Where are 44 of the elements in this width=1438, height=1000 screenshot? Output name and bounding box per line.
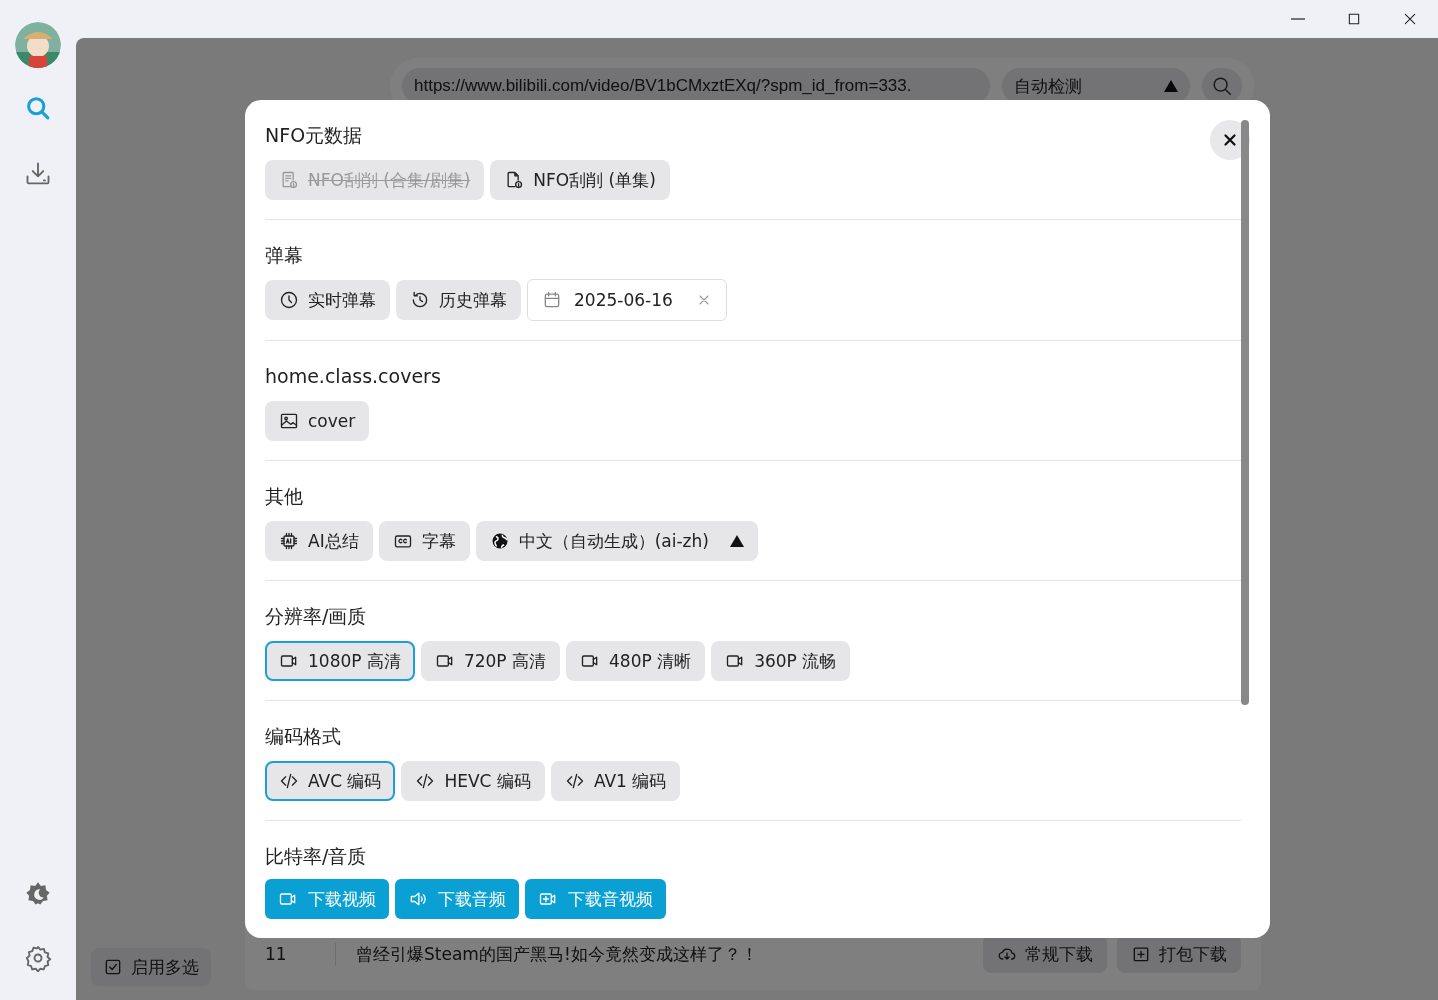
search-icon [24,94,52,122]
code-icon [279,771,299,791]
option-button[interactable]: 1080P 高清 [265,641,415,681]
avatar[interactable] [15,22,61,68]
settings-icon [24,944,52,972]
section-title: 弹幕 [265,243,303,268]
option-button[interactable]: 字幕 [378,521,470,561]
close-icon [1402,11,1418,27]
option-button[interactable]: NFO刮削 (单集) [490,160,670,200]
multi-select-button[interactable]: 启用多选 [91,948,211,986]
calendar-icon [542,290,562,310]
option-button[interactable]: AI总结 [265,521,373,561]
history-icon [410,290,430,310]
clock-icon [279,290,299,310]
option-button[interactable]: 480P 清晰 [566,641,706,681]
image-icon [279,411,299,431]
code-icon [564,771,585,791]
section-title: 比特率/音质 [265,844,367,869]
caret-icon [729,535,744,547]
option-button[interactable]: HEVC 编码 [401,761,545,801]
video-title: 曾经引爆Steam的国产黑马!如今竟然变成这样了？！ [335,942,973,966]
option-button[interactable]: 实时弹幕 [265,280,390,320]
section-title: NFO元数据 [265,123,363,148]
close-icon [1221,131,1239,149]
option-button[interactable]: AV1 编码 [550,761,681,801]
row-index: 11 [265,944,288,964]
language-select[interactable]: 中文（自动生成）(ai-zh) [475,521,758,561]
date-field[interactable]: 2025-06-16 [527,279,727,321]
option-button[interactable]: 360P 流畅 [711,641,851,681]
option-button[interactable]: cover [265,401,370,441]
section-title: 其他 [265,484,303,509]
section-title: 编码格式 [265,724,341,749]
minimize-icon [1291,18,1305,20]
option-button[interactable]: 历史弹幕 [396,280,521,320]
option-button[interactable]: 720P 高清 [420,641,561,681]
scrollbar-thumb[interactable] [1241,120,1249,705]
chip-icon [279,531,299,551]
option-button[interactable]: AVC 编码 [265,761,396,801]
section-title: 分辨率/画质 [265,604,367,629]
checkbox-icon [103,957,123,977]
maximize-icon [1346,11,1362,27]
code-icon [415,771,436,791]
section-title: home.class.covers [265,364,441,389]
search-icon [1211,75,1233,97]
